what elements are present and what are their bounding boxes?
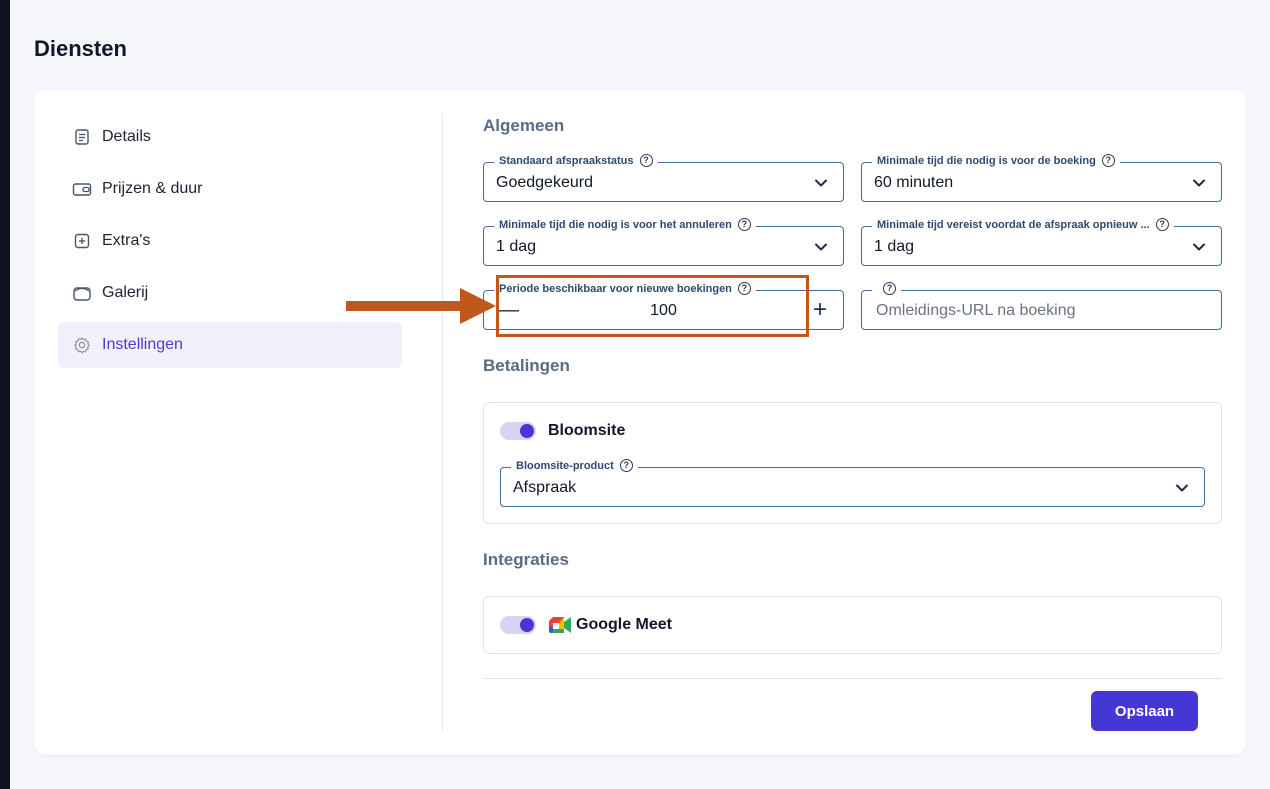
google-meet-toggle[interactable] — [500, 616, 536, 634]
min-time-cancel-select[interactable]: Minimale tijd die nodig is voor het annu… — [483, 218, 844, 266]
nav-item-extras[interactable]: Extra's — [58, 218, 402, 264]
help-icon[interactable]: ? — [883, 282, 896, 295]
section-title-integrations: Integraties — [483, 550, 569, 569]
nav-item-prices[interactable]: Prijzen & duur — [58, 166, 402, 212]
field-label-text: Minimale tijd die nodig is voor het annu… — [499, 218, 732, 231]
select-value: 60 minuten — [874, 174, 954, 191]
increment-button[interactable]: + — [807, 296, 833, 323]
gallery-icon — [72, 283, 92, 303]
field-label-text: Standaard afspraakstatus — [499, 154, 634, 167]
help-icon[interactable]: ? — [1155, 218, 1169, 231]
nav-item-label: Prijzen & duur — [102, 180, 203, 197]
select-value: Afspraak — [513, 479, 577, 496]
nav-item-label: Galerij — [102, 284, 149, 301]
nav-item-settings[interactable]: Instellingen — [58, 322, 402, 368]
services-card: Details Prijzen & duur Extra's Galerij I… — [34, 90, 1246, 755]
toggle-knob — [520, 424, 534, 438]
footer-divider — [483, 678, 1222, 679]
field-label: Standaard afspraakstatus ? — [494, 154, 658, 167]
nav-item-label: Details — [102, 128, 151, 145]
chevron-down-icon — [815, 179, 827, 187]
min-time-reschedule-select[interactable]: Minimale tijd vereist voordat de afspraa… — [861, 218, 1222, 266]
section-title-payments: Betalingen — [483, 356, 570, 375]
vertical-divider — [442, 114, 443, 731]
input-placeholder: Omleidings-URL na boeking — [876, 302, 1076, 319]
chevron-down-icon — [1176, 484, 1188, 492]
field-label-text: Minimale tijd vereist voordat de afspraa… — [877, 218, 1150, 231]
field-label: Minimale tijd die nodig is voor het annu… — [494, 218, 756, 231]
select-value: 1 dag — [496, 238, 537, 255]
settings-content: Algemeen Standaard afspraakstatus ? Goed… — [483, 90, 1222, 755]
nav-item-label: Instellingen — [102, 336, 183, 353]
section-title-general: Algemeen — [483, 116, 565, 135]
page-title: Diensten — [34, 36, 127, 61]
field-label: Bloomsite-product ? — [511, 459, 638, 472]
document-icon — [72, 127, 92, 147]
min-time-booking-select[interactable]: Minimale tijd die nodig is voor de boeki… — [861, 154, 1222, 202]
help-icon[interactable]: ? — [619, 459, 633, 472]
google-meet-label: Google Meet — [576, 616, 673, 633]
field-label-text: Bloomsite-product — [516, 459, 614, 472]
settings-nav: Details Prijzen & duur Extra's Galerij I… — [58, 114, 402, 374]
default-status-select[interactable]: Standaard afspraakstatus ? Goedgekeurd — [483, 154, 844, 202]
gear-icon — [72, 335, 92, 355]
help-icon[interactable]: ? — [639, 154, 653, 167]
payments-box: Bloomsite Bloomsite-product ? Afspraak — [483, 402, 1222, 524]
google-meet-icon — [548, 614, 572, 641]
help-icon[interactable]: ? — [1101, 154, 1115, 167]
plus-square-icon — [72, 231, 92, 251]
highlight-box — [496, 275, 809, 337]
integrations-box: Google Meet — [483, 596, 1222, 654]
help-icon[interactable]: ? — [737, 218, 751, 231]
bloomsite-product-select[interactable]: Bloomsite-product ? Afspraak — [500, 459, 1205, 507]
save-button[interactable]: Opslaan — [1091, 691, 1198, 731]
nav-item-details[interactable]: Details — [58, 114, 402, 160]
toggle-knob — [520, 618, 534, 632]
window-edge — [0, 0, 10, 789]
field-label: Minimale tijd die nodig is voor de boeki… — [872, 154, 1120, 167]
annotation-arrow-icon — [346, 288, 496, 324]
chevron-down-icon — [1193, 179, 1205, 187]
chevron-down-icon — [815, 243, 827, 251]
wallet-icon — [72, 179, 92, 199]
field-label: ? — [872, 282, 901, 295]
nav-item-label: Extra's — [102, 232, 151, 249]
select-value: Goedgekeurd — [496, 174, 593, 191]
bloomsite-toggle[interactable] — [500, 422, 536, 440]
field-label: Minimale tijd vereist voordat de afspraa… — [872, 218, 1174, 231]
select-value: 1 dag — [874, 238, 915, 255]
field-label-text: Minimale tijd die nodig is voor de boeki… — [877, 154, 1096, 167]
redirect-url-input[interactable]: ? Omleidings-URL na boeking — [861, 282, 1222, 330]
chevron-down-icon — [1193, 243, 1205, 251]
bloomsite-label: Bloomsite — [548, 422, 626, 439]
